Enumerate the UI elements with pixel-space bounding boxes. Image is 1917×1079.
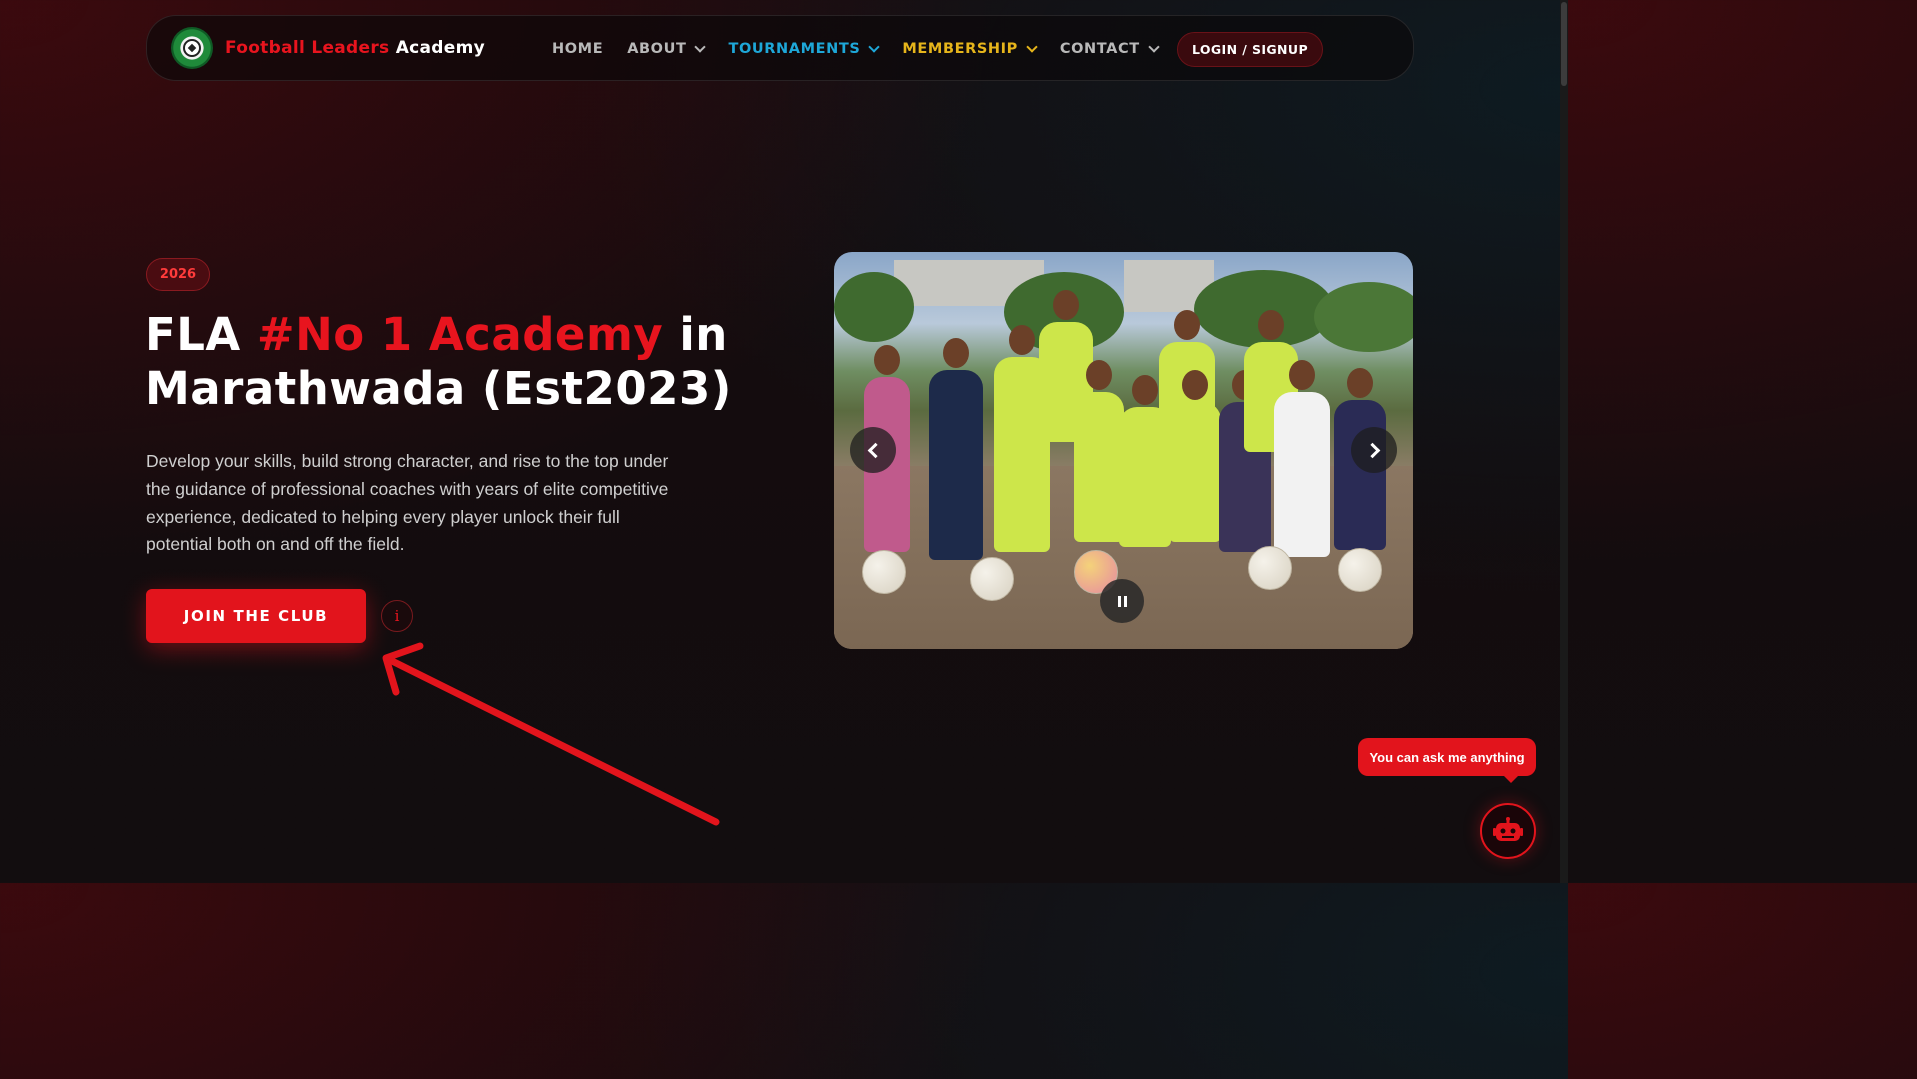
robot-icon [1493,817,1523,841]
slider-prev-button[interactable] [850,427,896,473]
info-icon[interactable]: i [381,600,413,632]
hero-image-slider [834,252,1413,649]
chevron-down-icon [1026,41,1038,53]
chevron-down-icon [1148,41,1160,53]
nav-item-label: TOURNAMENTS [728,41,861,57]
nav-item-home[interactable]: HOME [552,41,603,57]
academy-logo-icon [171,27,213,69]
brand-name: Football Leaders Academy [225,38,485,58]
nav-item-label: CONTACT [1059,41,1140,57]
brand-name-part1: Football Leaders [225,38,390,58]
chevron-right-icon [1364,442,1380,458]
nav-item-contact[interactable]: CONTACT [1059,41,1160,57]
hero-title-highlight: #No 1 Academy [256,308,664,361]
nav-item-tournaments[interactable]: TOURNAMENTS [728,41,881,57]
chatbot-button[interactable] [1480,803,1536,859]
nav-item-membership[interactable]: MEMBERSHIP [902,41,1038,57]
nav-item-label: HOME [552,41,604,57]
main-menu: HOME ABOUT TOURNAMENTS MEMBERSHIP CONTAC… [552,16,1160,82]
nav-item-about[interactable]: ABOUT [627,41,707,57]
chevron-down-icon [868,41,881,53]
nav-item-label: MEMBERSHIP [902,41,1018,57]
scrollbar-thumb[interactable] [1561,2,1567,86]
join-the-club-button[interactable]: JOIN THE CLUB [146,589,366,643]
pause-icon [1117,595,1121,607]
brand-logo-link[interactable]: Football Leaders Academy [171,27,485,69]
chevron-down-icon [694,41,707,53]
pointer-arrow-annotation [382,642,720,826]
hero-title: FLA #No 1 Academy in Marathwada (Est2023… [145,308,785,416]
hero-title-part1: FLA [145,308,257,361]
slider-pause-button[interactable] [1100,579,1144,623]
navbar: Football Leaders Academy HOME ABOUT TOUR… [146,15,1414,81]
slider-next-button[interactable] [1351,427,1397,473]
nav-item-label: ABOUT [627,41,687,57]
brand-name-part2: Academy [395,38,485,58]
year-badge: 2026 [146,258,210,291]
chat-tooltip: You can ask me anything [1358,738,1536,783]
login-signup-button[interactable]: LOGIN / SIGNUP [1177,32,1323,67]
hero-description: Develop your skills, build strong charac… [146,451,669,555]
chevron-left-icon [867,442,883,458]
page-scrollbar[interactable] [1560,0,1568,883]
